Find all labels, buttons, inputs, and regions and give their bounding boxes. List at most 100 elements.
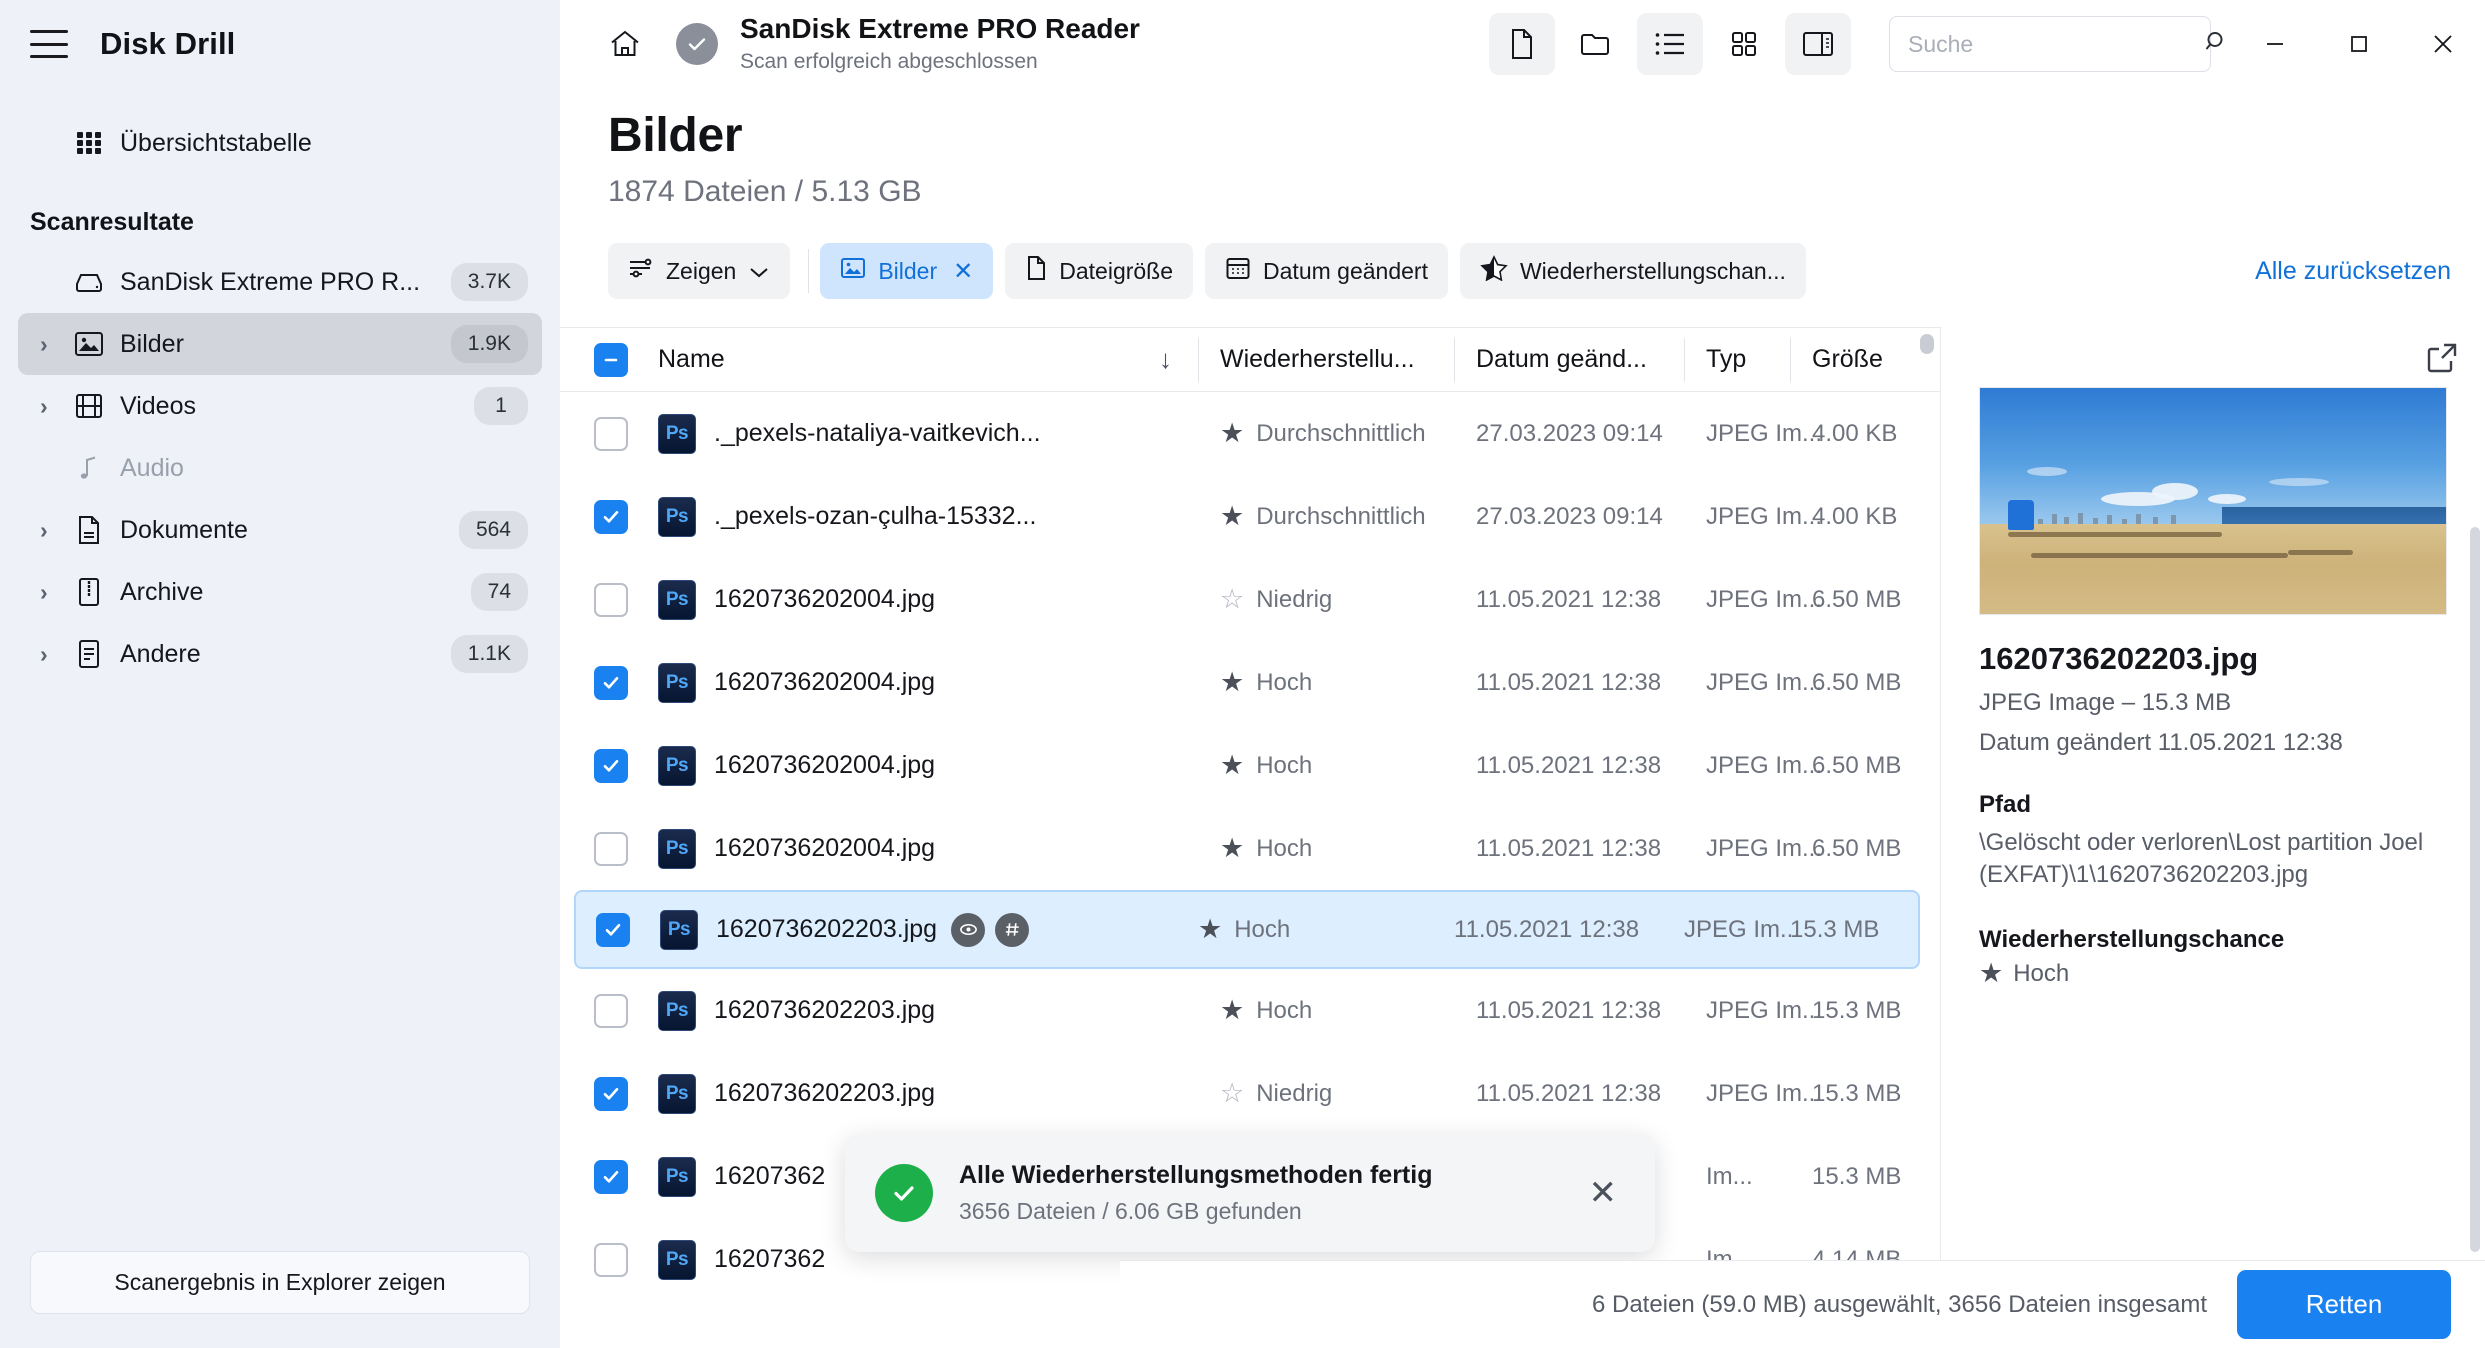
sort-arrow-icon[interactable]: ↓ [1159,344,1172,375]
row-size-text: 6.50 MB [1812,668,1902,696]
row-checkbox[interactable] [594,1076,628,1111]
sidebar-item-andere[interactable]: › Andere 1.1K [18,623,542,685]
table-scrollbar-thumb[interactable] [1920,334,1934,354]
show-scan-result-in-explorer-button[interactable]: Scanergebnis in Explorer zeigen [30,1251,530,1314]
row-checkbox-cell [582,831,640,866]
table-row[interactable]: Ps 1620736202203.jpg ★ Hoch 11.05.2021 1… [574,890,1920,969]
table-row[interactable]: Ps 1620736202004.jpg ★ Hoch 11.05.2021 1… [560,724,1940,807]
hash-icon[interactable] [995,912,1030,947]
detail-panel-header [1941,327,2485,383]
row-size-text: 4.00 KB [1812,419,1898,447]
table-row[interactable]: Ps ._pexels-nataliya-vaitkevich... ★ Dur… [560,392,1940,475]
select-all-checkbox[interactable] [594,342,628,377]
open-external-icon[interactable] [2425,341,2459,383]
reset-all-filters-link[interactable]: Alle zurücksetzen [2255,257,2451,286]
row-checkbox[interactable] [596,912,630,947]
hamburger-menu-icon[interactable] [30,30,68,58]
row-size-cell: 15.3 MB [1768,916,1918,944]
filter-chip-wiederherstellungschance[interactable]: Wiederherstellungschan... [1459,243,1806,299]
scan-status-check-icon [676,23,718,65]
sidebar-item-label: Andere [120,639,201,668]
row-checkbox[interactable] [594,748,628,783]
sidebar-item-sandisk-drive[interactable]: › SanDisk Extreme PRO R... 3.7K [18,251,542,313]
row-checkbox[interactable] [594,1242,628,1277]
folder-view-icon[interactable] [1563,13,1629,75]
grid-view-icon[interactable] [1711,13,1777,75]
row-date-text: 11.05.2021 12:38 [1454,915,1640,943]
sidebar-item-archive[interactable]: › Archive 74 [18,561,542,623]
table-row[interactable]: Ps 1620736202203.jpg ★ Hoch 11.05.2021 1… [560,969,1940,1052]
detail-thumbnail-image[interactable] [1979,387,2447,615]
photoshop-file-icon: Ps [660,909,698,950]
table-row[interactable]: Ps ._pexels-ozan-çulha-15332... ★ Durchs… [560,475,1940,558]
row-name-cell: Ps ._pexels-nataliya-vaitkevich... [640,413,1198,454]
sidebar-item-videos[interactable]: › Videos 1 [18,375,542,437]
row-checkbox[interactable] [594,582,628,617]
photoshop-file-icon: Ps [658,579,696,620]
file-view-icon[interactable] [1489,13,1555,75]
list-view-icon[interactable] [1637,13,1703,75]
column-header-name[interactable]: Name ↓ [640,338,1198,382]
table-row[interactable]: Ps 1620736202004.jpg ★ Hoch 11.05.2021 1… [560,807,1940,890]
row-checkbox[interactable] [594,993,628,1028]
row-date-text: 27.03.2023 09:14 [1476,502,1663,530]
row-date-text: 11.05.2021 12:38 [1476,1079,1662,1107]
column-label-type: Typ [1706,345,1747,373]
table-row[interactable]: Ps 1620736202203.jpg ☆ Niedrig 11.05.202… [560,1052,1940,1135]
sidebar-item-bilder[interactable]: › Bilder 1.9K [18,313,542,375]
row-type-cell: JPEG Im... [1684,1080,1822,1108]
filter-chip-datum-geaendert[interactable]: Datum geändert [1205,243,1448,299]
column-header-date[interactable]: Datum geänd... [1454,337,1684,382]
maximize-button[interactable] [2317,0,2401,88]
table-row[interactable]: Ps 1620736202004.jpg ☆ Niedrig 11.05.202… [560,558,1940,641]
row-checkbox[interactable] [594,831,628,866]
grid-icon [66,128,112,158]
close-icon[interactable]: ✕ [953,257,973,286]
search-input[interactable] [1908,30,2204,58]
row-checkbox[interactable] [594,665,628,700]
image-icon [66,329,112,359]
row-checkbox[interactable] [594,499,628,534]
toggle-detail-panel-icon[interactable] [1785,13,1851,75]
sidebar-item-count: 564 [458,511,528,549]
filter-chip-dateigroesse[interactable]: Dateigröße [1005,243,1194,299]
table-scrollbar[interactable] [1920,334,1934,1342]
row-type-cell: JPEG Im... [1684,586,1822,614]
toast-close-icon[interactable]: ✕ [1581,1176,1626,1210]
photoshop-file-icon: Ps [658,496,696,537]
sidebar-item-overview[interactable]: Übersichtstabelle [18,112,542,174]
row-recovery-text: Hoch [1256,996,1313,1024]
column-header-recovery[interactable]: Wiederherstellu... [1198,337,1454,382]
column-header-type[interactable]: Typ [1684,337,1790,382]
detail-scrollbar[interactable] [2470,527,2480,1252]
calendar-icon [1225,255,1251,287]
chevron-right-icon[interactable]: › [40,579,66,606]
scan-complete-toast: Alle Wiederherstellungsmethoden fertig 3… [845,1134,1655,1252]
home-icon[interactable] [592,13,658,75]
chevron-right-icon[interactable]: › [40,393,66,420]
preview-eye-icon[interactable] [951,912,986,947]
chevron-right-icon[interactable]: › [40,641,66,668]
sidebar-section-title: Scanresultate [30,208,194,236]
sidebar-item-label: Audio [120,453,184,482]
row-checkbox-cell [582,1159,640,1194]
sidebar-item-audio[interactable]: › Audio [18,437,542,499]
chevron-down-icon [748,258,770,285]
row-checkbox[interactable] [594,1159,628,1194]
table-row[interactable]: Ps 1620736202004.jpg ★ Hoch 11.05.2021 1… [560,641,1940,724]
recover-button[interactable]: Retten [2237,1270,2451,1339]
row-date-cell: 11.05.2021 12:38 [1454,586,1684,614]
sidebar-item-dokumente[interactable]: › Dokumente 564 [18,499,542,561]
row-type-cell: JPEG Im... [1684,835,1822,863]
row-date-cell: 11.05.2021 12:38 [1454,752,1684,780]
chevron-right-icon[interactable]: › [40,517,66,544]
filter-chip-bilder[interactable]: Bilder ✕ [820,243,994,299]
show-filter-dropdown[interactable]: Zeigen [608,243,810,299]
row-checkbox[interactable] [594,416,628,451]
close-button[interactable] [2401,0,2485,88]
column-header-size[interactable]: Größe [1790,337,1940,382]
photoshop-file-icon: Ps [658,1239,696,1280]
minimize-button[interactable] [2233,0,2317,88]
chevron-right-icon[interactable]: › [40,331,66,358]
search-box[interactable] [1889,16,2223,72]
